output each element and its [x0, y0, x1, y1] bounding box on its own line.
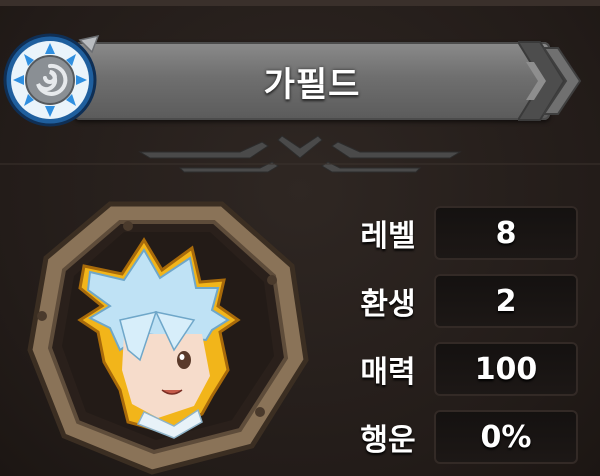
stat-row-level: 레벨 8 [340, 206, 580, 260]
character-portrait [27, 201, 309, 475]
stat-row-luck: 행운 0% [340, 410, 580, 464]
stat-value: 8 [434, 206, 578, 260]
stat-label: 레벨 [360, 219, 416, 254]
ornament-divider [0, 135, 600, 173]
stat-row-rebirth: 환생 2 [340, 274, 580, 328]
stat-value: 0% [434, 410, 578, 464]
stat-label: 행운 [360, 423, 416, 458]
guild-name: 가필드 [263, 64, 361, 105]
panel-top-border [0, 0, 600, 6]
stat-value: 2 [434, 274, 578, 328]
stat-row-charm: 매력 100 [340, 342, 580, 396]
stat-label: 매력 [360, 355, 416, 390]
stat-value: 100 [434, 342, 578, 396]
guild-emblem-icon [3, 33, 100, 127]
stat-label: 환생 [360, 287, 416, 322]
